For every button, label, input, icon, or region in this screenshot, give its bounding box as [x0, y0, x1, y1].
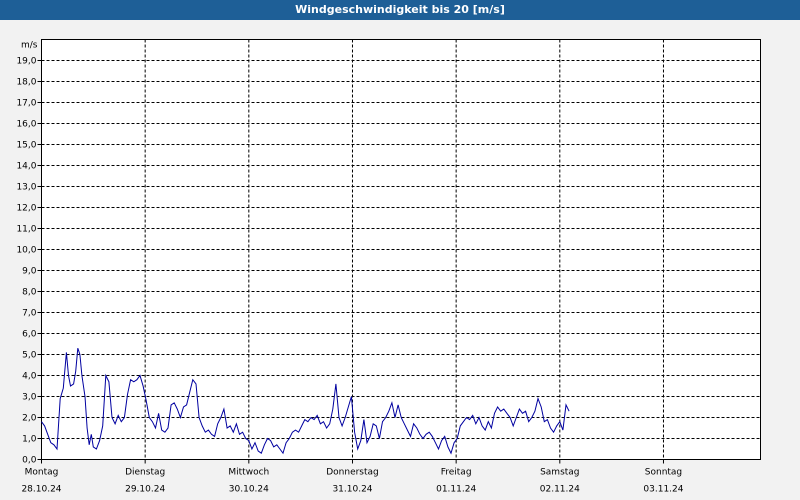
- window-title: Windgeschwindigkeit bis 20 [m/s]: [0, 0, 800, 20]
- y-tick-label: 2,0: [22, 414, 37, 424]
- x-tick-day-label: Mittwoch: [228, 468, 269, 478]
- x-tick-day-label: Samstag: [540, 468, 579, 478]
- y-tick-label: 5,0: [22, 351, 37, 361]
- x-tick-day-label: Donnerstag: [326, 468, 379, 478]
- x-tick-date-label: 31.10.24: [332, 485, 372, 495]
- y-tick-label: 10,0: [16, 246, 36, 256]
- y-tick-label: 15,0: [16, 141, 36, 151]
- y-tick-label: 9,0: [22, 267, 37, 277]
- x-tick-day-label: Montag: [25, 468, 59, 478]
- y-tick-label: 19,0: [16, 57, 36, 67]
- x-tick-date-label: 03.11.24: [643, 485, 683, 495]
- x-tick-day-label: Freitag: [441, 468, 472, 478]
- x-tick-day-label: Sonntag: [645, 468, 682, 478]
- y-tick-label: 18,0: [16, 78, 36, 88]
- y-tick-label: 3,0: [22, 393, 37, 403]
- x-axis: Montag 28.10.24 Dienstag 29.10.24 Mittwoch 30…: [21, 459, 684, 495]
- y-tick-label: 0,0: [22, 456, 37, 466]
- x-tick-date-label: 30.10.24: [229, 485, 269, 495]
- y-tick-label: 11,0: [16, 225, 36, 235]
- y-tick-label: 4,0: [22, 372, 37, 382]
- x-tick-day-label: Dienstag: [125, 468, 165, 478]
- x-tick-date-label: 28.10.24: [21, 485, 61, 495]
- y-tick-label: 1,0: [22, 435, 37, 445]
- wind-speed-chart: 0,0 1,0 2,0 3,0 4,0 5,0 6,0 7,0 8,0 9,0 10,0 11,0 12…: [16, 39, 761, 495]
- y-tick-label: 12,0: [16, 204, 36, 214]
- y-tick-label: 8,0: [22, 288, 37, 298]
- y-axis: 0,0 1,0 2,0 3,0 4,0 5,0 6,0 7,0 8,0 9,0 10,0 11,0 12…: [16, 57, 42, 466]
- y-tick-label: 7,0: [22, 309, 37, 319]
- y-tick-label: 6,0: [22, 330, 37, 340]
- y-tick-label: 14,0: [16, 162, 36, 172]
- y-tick-label: 16,0: [16, 120, 36, 130]
- x-tick-date-label: 01.11.24: [436, 485, 476, 495]
- y-tick-label: 13,0: [16, 183, 36, 193]
- chart-window: Windgeschwindigkeit bis 20 [m/s] 0,0 1,0 2…: [0, 0, 800, 500]
- y-tick-label: 17,0: [16, 99, 36, 109]
- x-tick-date-label: 02.11.24: [540, 485, 580, 495]
- x-tick-date-label: 29.10.24: [125, 485, 165, 495]
- y-axis-label: m/s: [21, 41, 38, 51]
